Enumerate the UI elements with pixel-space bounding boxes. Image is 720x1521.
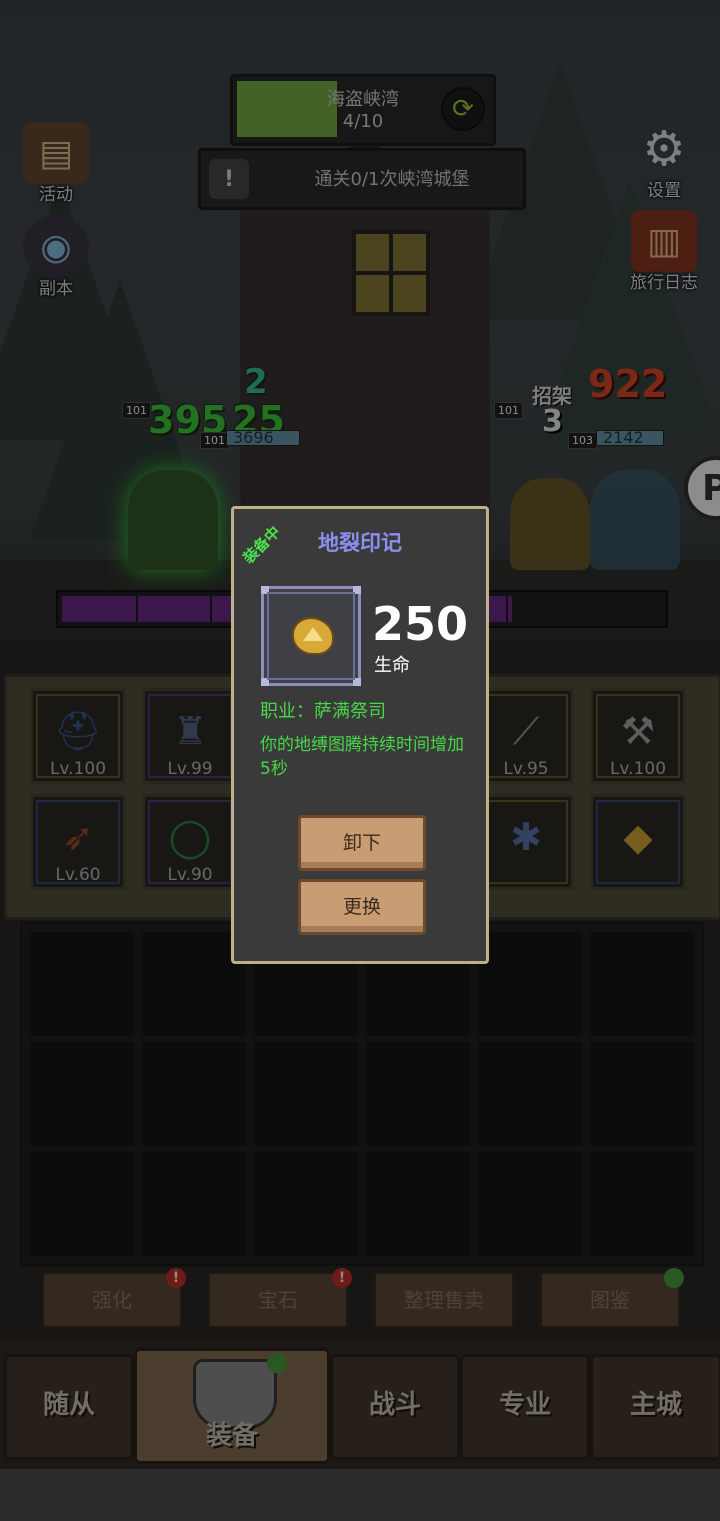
stat-name: 生命 bbox=[374, 655, 410, 676]
frame-corner bbox=[261, 586, 269, 594]
replace-label: 更换 bbox=[342, 896, 381, 918]
frame-corner bbox=[261, 678, 269, 686]
item-title: 地裂印记 bbox=[318, 531, 402, 555]
replace-button[interactable]: 更换 bbox=[298, 879, 426, 935]
item-detail-popup: 装备中 地裂印记 250 生命 职业：萨满祭司 你的地缚图腾持续时间增加5秒 卸… bbox=[231, 506, 489, 964]
class-requirement: 职业：萨满祭司 bbox=[260, 701, 386, 722]
unequip-label: 卸下 bbox=[342, 832, 381, 854]
stat-value: 250 bbox=[372, 597, 469, 651]
frame-corner bbox=[353, 586, 361, 594]
frame-corner bbox=[353, 678, 361, 686]
item-description: 你的地缚图腾持续时间增加5秒 bbox=[260, 735, 464, 779]
earth-stone-icon bbox=[292, 617, 334, 655]
item-icon-frame bbox=[261, 586, 361, 686]
unequip-button[interactable]: 卸下 bbox=[298, 815, 426, 871]
